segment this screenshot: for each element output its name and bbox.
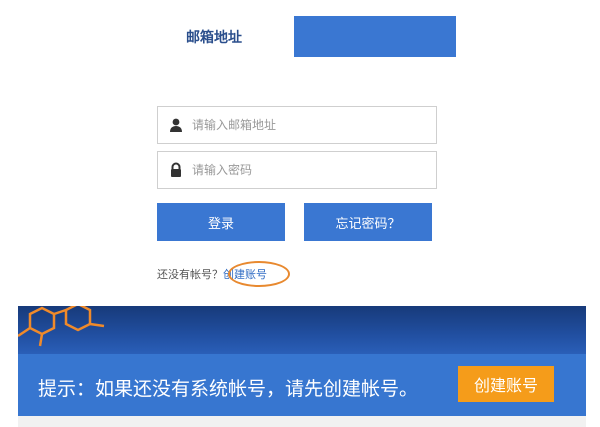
password-input[interactable] <box>192 152 428 188</box>
lock-icon <box>168 162 184 178</box>
footer-strip <box>18 416 586 427</box>
banner-decoration <box>18 306 586 354</box>
molecule-decoration-icon <box>18 306 105 347</box>
tip-banner: 提示：如果还没有系统帐号，请先创建帐号。 创建账号 <box>18 306 586 416</box>
tab-active-block[interactable] <box>294 16 456 57</box>
password-field-wrapper <box>157 151 437 189</box>
email-field-wrapper <box>157 106 437 144</box>
no-account-text: 还没有帐号？ <box>157 268 223 281</box>
login-button[interactable]: 登录 <box>157 203 285 241</box>
highlight-circle <box>228 261 290 287</box>
tip-text: 提示：如果还没有系统帐号，请先创建帐号。 <box>38 378 419 400</box>
banner-body: 提示：如果还没有系统帐号，请先创建帐号。 创建账号 <box>18 354 586 416</box>
tab-email-label[interactable]: 邮箱地址 <box>186 27 242 47</box>
banner-create-account-button[interactable]: 创建账号 <box>458 366 554 402</box>
user-icon <box>168 117 184 133</box>
forgot-password-button[interactable]: 忘记密码？ <box>304 203 432 241</box>
email-input[interactable] <box>192 107 428 143</box>
